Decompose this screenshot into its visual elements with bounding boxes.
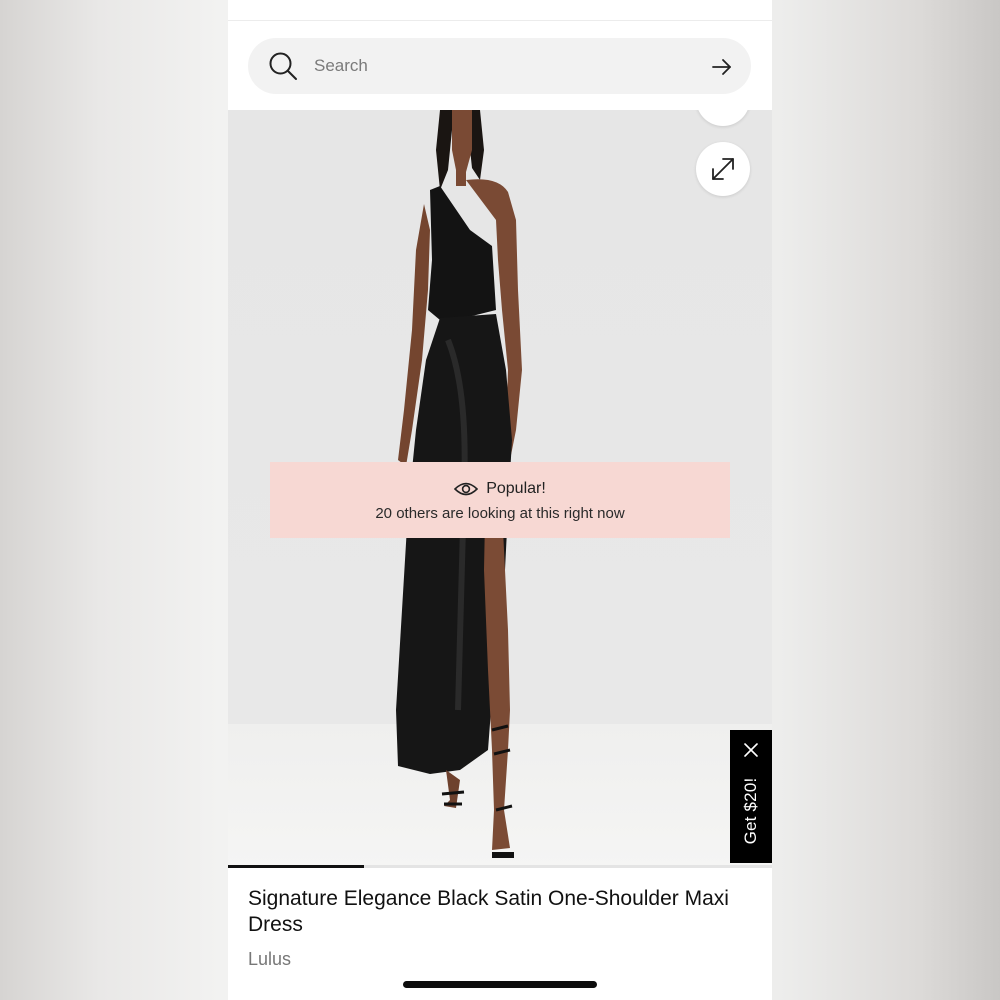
popular-banner: Popular! 20 others are looking at this r…	[270, 462, 730, 538]
product-title: Signature Elegance Black Satin One-Shoul…	[248, 887, 729, 936]
expand-button[interactable]	[696, 142, 750, 196]
gallery-progress-track	[228, 865, 772, 868]
popular-message: 20 others are looking at this right now	[375, 505, 625, 522]
arrow-right-icon[interactable]	[711, 56, 733, 78]
promo-label[interactable]: Get $20!	[741, 778, 761, 845]
header-divider	[228, 20, 772, 21]
promo-tab[interactable]: Get $20!	[730, 730, 772, 863]
close-icon[interactable]	[743, 742, 759, 758]
home-indicator[interactable]	[403, 981, 597, 988]
search-icon[interactable]	[268, 51, 298, 81]
brand-link[interactable]: Lulus	[248, 949, 291, 970]
wishlist-button[interactable]	[696, 110, 750, 126]
gallery-progress-fill	[228, 865, 364, 868]
mobile-screen: Popular! 20 others are looking at this r…	[228, 0, 772, 1000]
search-input[interactable]	[314, 50, 674, 82]
search-bar[interactable]	[248, 38, 751, 94]
expand-icon	[712, 158, 734, 180]
popular-heading: Popular!	[486, 480, 546, 497]
eye-icon	[454, 482, 479, 496]
popular-heading-row: Popular!	[270, 478, 730, 500]
product-image[interactable]: Popular! 20 others are looking at this r…	[228, 110, 772, 868]
